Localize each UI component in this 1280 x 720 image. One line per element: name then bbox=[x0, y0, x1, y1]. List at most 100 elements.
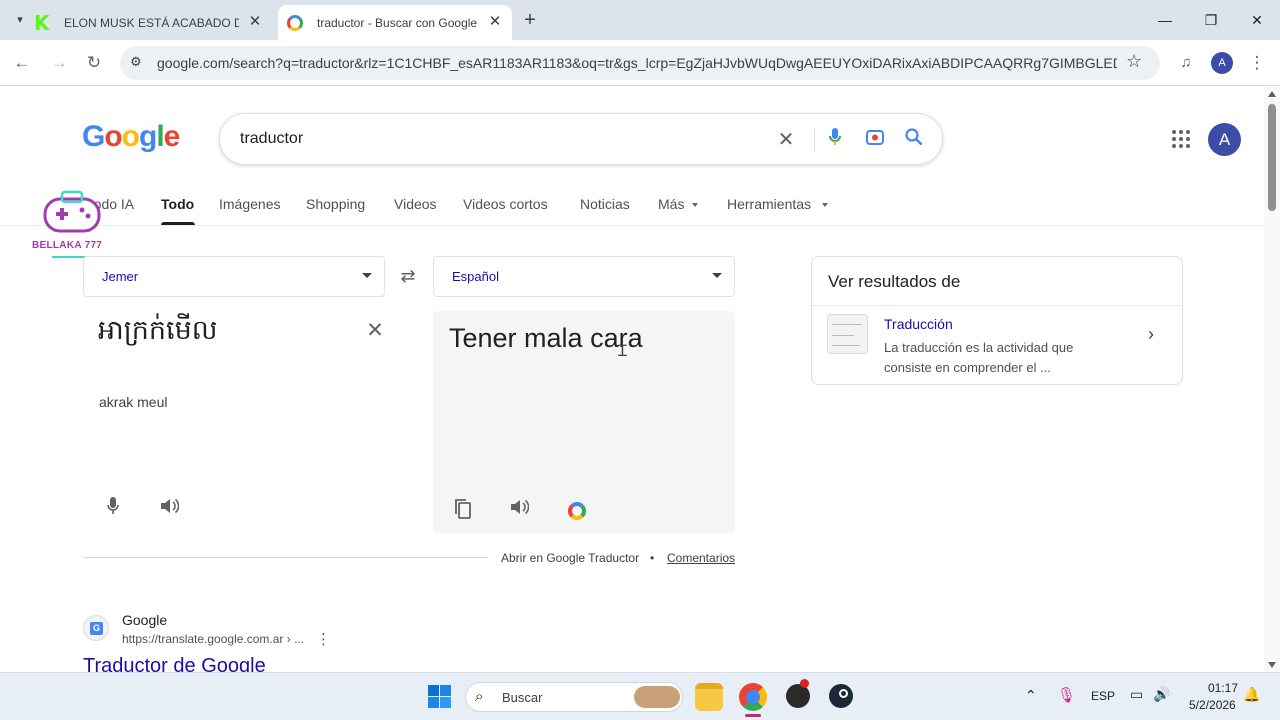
windows-start-icon[interactable] bbox=[428, 685, 451, 708]
close-tab-icon[interactable]: ✕ bbox=[486, 13, 504, 31]
dropdown-caret-icon bbox=[712, 273, 722, 278]
microphone-icon[interactable] bbox=[822, 127, 848, 153]
overlay-logo-text: BELLAKA 777 bbox=[32, 240, 103, 251]
tab-mas[interactable]: Más bbox=[658, 196, 684, 212]
card-result-item[interactable]: Traducción La traducción es la actividad… bbox=[812, 306, 1182, 384]
browser-toolbar: ← → ↻ ⚙ google.com/search?q=traductor&rl… bbox=[0, 40, 1280, 86]
file-explorer-icon[interactable] bbox=[695, 683, 723, 711]
clear-search-icon[interactable]: ✕ bbox=[773, 127, 799, 153]
kick-favicon-icon: K bbox=[34, 10, 50, 35]
clock-time[interactable]: 01:17 bbox=[1208, 681, 1238, 695]
tab-todo[interactable]: Todo bbox=[161, 196, 194, 212]
address-bar[interactable]: ⚙ google.com/search?q=traductor&rlz=1C1C… bbox=[120, 46, 1160, 80]
source-speaker-icon[interactable] bbox=[156, 496, 182, 522]
text-cursor-icon: Ɪ bbox=[618, 343, 627, 360]
bookmark-star-icon[interactable]: ☆ bbox=[1126, 51, 1142, 72]
bellaka-overlay-logo: BELLAKA 777 bbox=[30, 190, 114, 258]
minimize-icon[interactable]: — bbox=[1150, 8, 1180, 32]
target-language-label: Español bbox=[452, 269, 499, 284]
taskbar-search-box[interactable]: ⌕ Buscar bbox=[465, 682, 683, 712]
network-icon[interactable]: ▭ bbox=[1130, 686, 1143, 703]
search-icon[interactable] bbox=[901, 127, 927, 153]
output-speaker-icon[interactable] bbox=[506, 497, 532, 523]
tab-herramientas[interactable]: Herramientas bbox=[727, 196, 811, 212]
result-site-name[interactable]: Google bbox=[122, 612, 167, 628]
notifications-bell-icon[interactable]: 🔔 bbox=[1243, 686, 1260, 703]
url-text[interactable]: google.com/search?q=traductor&rlz=1C1CHB… bbox=[157, 55, 1117, 71]
search-highlight-image bbox=[634, 686, 680, 708]
open-in-translate-link[interactable]: Abrir en Google Traductor bbox=[501, 551, 639, 565]
swap-languages-icon[interactable]: ⇄ bbox=[396, 264, 420, 288]
tab-title: traductor - Buscar con Google bbox=[317, 15, 478, 30]
herramientas-caret-icon bbox=[822, 203, 828, 207]
google-favicon-icon bbox=[287, 14, 303, 31]
site-info-icon[interactable]: ⚙ bbox=[130, 54, 142, 70]
scroll-up-icon[interactable] bbox=[1268, 91, 1276, 97]
account-avatar[interactable]: A bbox=[1208, 123, 1241, 156]
forward-arrow-icon[interactable]: → bbox=[46, 50, 72, 76]
tab-title: ELON MUSK ESTÁ ACABADO D bbox=[64, 15, 239, 30]
result-more-icon[interactable]: ⋮ bbox=[316, 630, 331, 648]
scrollbar-thumb[interactable] bbox=[1268, 104, 1276, 211]
translator-divider bbox=[83, 557, 488, 558]
tab-videos[interactable]: Videos bbox=[394, 196, 437, 212]
reload-icon[interactable]: ↻ bbox=[81, 50, 107, 76]
target-language-select[interactable]: Español bbox=[433, 256, 735, 297]
search-divider bbox=[814, 128, 815, 152]
new-tab-button[interactable]: + bbox=[518, 8, 542, 32]
active-app-indicator bbox=[745, 714, 761, 717]
tab-active[interactable]: traductor - Buscar con Google ✕ bbox=[278, 5, 512, 40]
card-item-description: La traducción es la actividad que consis… bbox=[884, 340, 1074, 375]
profile-avatar[interactable]: A bbox=[1211, 52, 1233, 74]
taskbar-search-icon: ⌕ bbox=[475, 688, 484, 705]
tray-microphone-icon[interactable]: 🎙 bbox=[1057, 686, 1076, 704]
search-input[interactable]: traductor bbox=[240, 130, 303, 148]
chrome-icon[interactable] bbox=[739, 683, 767, 711]
chevron-right-icon[interactable]: › bbox=[1148, 324, 1154, 345]
clock-date[interactable]: 5/2/2026 bbox=[1189, 698, 1236, 712]
input-language[interactable]: ESP bbox=[1091, 689, 1115, 703]
restore-icon[interactable]: ❐ bbox=[1196, 8, 1226, 32]
gamepad-icon bbox=[43, 190, 101, 233]
translation-output-panel: Tener mala cara Ɪ bbox=[433, 311, 735, 533]
obs-icon[interactable] bbox=[786, 679, 810, 708]
translation-output-text[interactable]: Tener mala cara bbox=[449, 323, 643, 354]
tab-videos-cortos[interactable]: Videos cortos bbox=[463, 196, 548, 212]
tab-imagenes[interactable]: Imágenes bbox=[219, 196, 280, 212]
mas-caret-icon bbox=[692, 203, 698, 207]
tray-expand-icon[interactable]: ⌃ bbox=[1025, 687, 1037, 704]
tabs-divider bbox=[0, 225, 1264, 226]
back-arrow-icon[interactable]: ← bbox=[9, 50, 35, 76]
tab-search-button[interactable]: ▾ bbox=[8, 8, 32, 32]
apps-grid-icon[interactable] bbox=[1168, 126, 1194, 152]
transliteration-text: akrak meul bbox=[99, 394, 168, 410]
search-box[interactable]: traductor ✕ bbox=[219, 113, 943, 165]
page-scrollbar[interactable] bbox=[1264, 87, 1280, 672]
copy-icon[interactable] bbox=[450, 499, 476, 525]
windows-taskbar: ⌕ Buscar ⌃ 🎙 ESP ▭ 🔊 01:17 5/2/2026 🔔 bbox=[0, 672, 1280, 720]
card-heading: Ver resultados de bbox=[828, 272, 961, 291]
source-language-select[interactable]: Jemer bbox=[83, 256, 385, 297]
google-g-icon[interactable] bbox=[564, 498, 590, 524]
result-favicon: G bbox=[83, 615, 109, 641]
feedback-link[interactable]: Comentarios bbox=[667, 551, 735, 565]
close-window-icon[interactable]: ✕ bbox=[1242, 8, 1272, 32]
card-item-title[interactable]: Traducción bbox=[884, 316, 953, 332]
google-logo[interactable]: Google bbox=[82, 120, 180, 154]
clear-source-icon[interactable]: ✕ bbox=[363, 319, 387, 343]
tab-shopping[interactable]: Shopping bbox=[306, 196, 365, 212]
tab-noticias[interactable]: Noticias bbox=[580, 196, 630, 212]
volume-icon[interactable]: 🔊 bbox=[1153, 686, 1170, 703]
result-url[interactable]: https://translate.google.com.ar › ... bbox=[122, 632, 304, 646]
source-language-label: Jemer bbox=[102, 269, 139, 284]
source-text[interactable]: អាក្រក់មើល bbox=[98, 314, 217, 353]
close-tab-icon[interactable]: ✕ bbox=[246, 13, 264, 31]
media-control-icon[interactable]: ♫ bbox=[1173, 50, 1199, 76]
lens-camera-icon[interactable] bbox=[862, 127, 888, 153]
see-results-card: Ver resultados de Traducción La traducci… bbox=[811, 256, 1183, 385]
scroll-down-icon[interactable] bbox=[1268, 662, 1276, 668]
steam-icon[interactable] bbox=[829, 684, 853, 708]
source-microphone-icon[interactable] bbox=[100, 496, 126, 522]
tab-inactive[interactable]: K ELON MUSK ESTÁ ACABADO D ✕ bbox=[32, 5, 272, 40]
menu-kebab-icon[interactable]: ⋮ bbox=[1244, 50, 1270, 76]
